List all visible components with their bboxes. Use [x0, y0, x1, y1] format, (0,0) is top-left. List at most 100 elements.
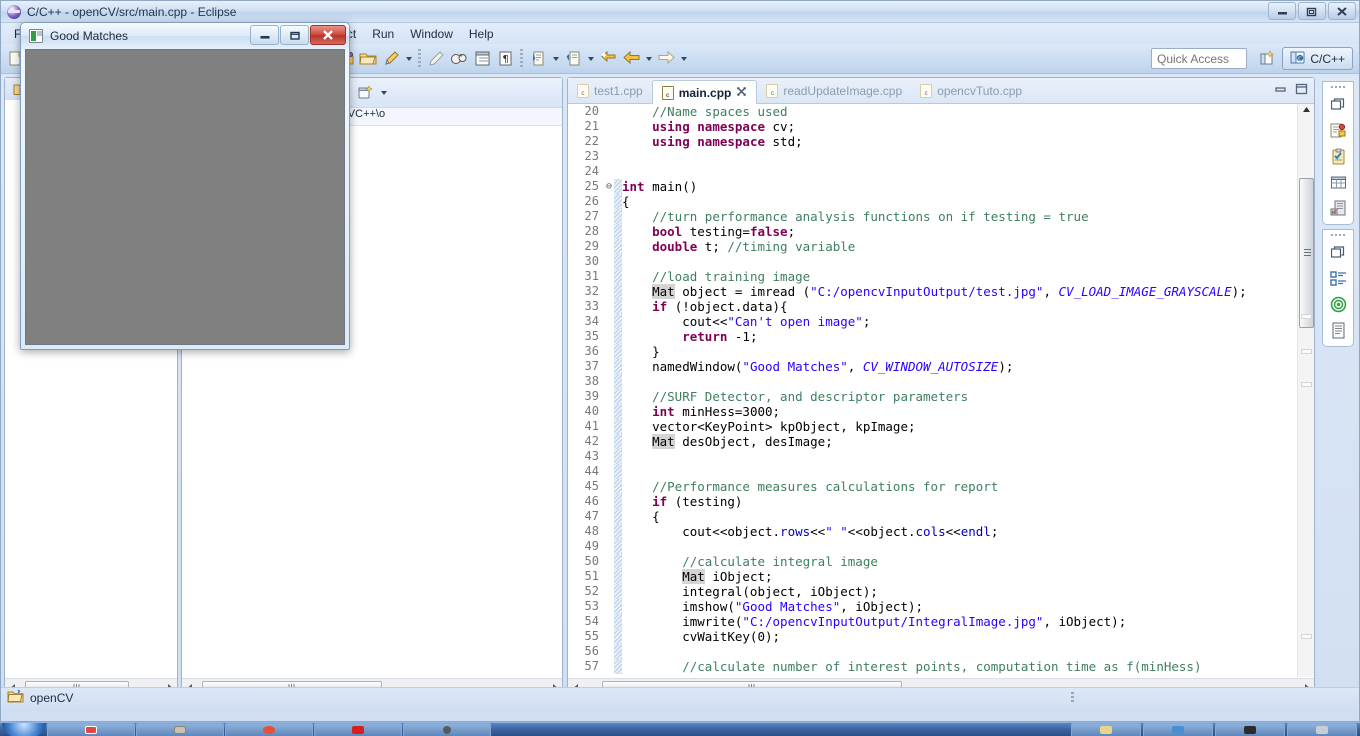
good-matches-window[interactable]: Good Matches [20, 22, 350, 350]
taskbar-item[interactable] [1143, 723, 1213, 736]
code-line[interactable]: 34 cout<<"Can't open image"; [568, 314, 1297, 329]
code-line[interactable]: 46 if (testing) [568, 494, 1297, 509]
code-line[interactable]: 55 cvWaitKey(0); [568, 629, 1297, 644]
code-line[interactable]: 22 using namespace std; [568, 134, 1297, 149]
open-resource-icon[interactable] [357, 48, 379, 70]
good-matches-maximize-button[interactable] [280, 25, 309, 45]
code-line[interactable]: 43 [568, 449, 1297, 464]
code-line[interactable]: 44 [568, 464, 1297, 479]
code-line[interactable]: 57 //calculate number of interest points… [568, 659, 1297, 674]
previous-annotation-dropdown-arrow[interactable] [585, 48, 596, 70]
code-line[interactable]: 35 return -1; [568, 329, 1297, 344]
code-line[interactable]: 40 int minHess=3000; [568, 404, 1297, 419]
restore-icon[interactable] [1323, 239, 1353, 265]
code-line[interactable]: 52 integral(object, iObject); [568, 584, 1297, 599]
code-line[interactable]: 21 using namespace cv; [568, 119, 1297, 134]
code-line[interactable]: 41 vector<KeyPoint> kpObject, kpImage; [568, 419, 1297, 434]
forward-icon[interactable] [655, 48, 677, 70]
build-view-icon[interactable] [1323, 195, 1353, 221]
code-line[interactable]: 30 [568, 254, 1297, 269]
show-whitespace-icon[interactable]: ¶ [494, 48, 516, 70]
maximize-icon[interactable] [1295, 82, 1308, 95]
menu-item-window[interactable]: Window [403, 25, 460, 43]
good-matches-minimize-button[interactable] [250, 25, 279, 45]
status-resize-grip[interactable] [1071, 692, 1074, 704]
code-line[interactable]: 50 //calculate integral image [568, 554, 1297, 569]
taskbar-item[interactable] [1287, 723, 1357, 736]
tab-close-icon[interactable] [736, 86, 747, 100]
code-line[interactable]: 24 [568, 164, 1297, 179]
open-console-icon[interactable] [354, 82, 376, 104]
code-line[interactable]: 20 //Name spaces used [568, 104, 1297, 119]
project-explorer-icon[interactable] [1323, 265, 1353, 291]
rail-grip[interactable] [1323, 230, 1353, 239]
taskbar-item[interactable] [47, 723, 135, 736]
start-button[interactable] [2, 723, 46, 736]
restore-icon[interactable] [1323, 91, 1353, 117]
editor-tab-opencvtuto[interactable]: c opencvTuto.cpp [911, 79, 1031, 103]
code-line[interactable]: 42 Mat desObject, desImage; [568, 434, 1297, 449]
code-lines-container[interactable]: 20 //Name spaces used 21 using namespace … [568, 104, 1297, 677]
quick-access-input[interactable] [1151, 48, 1247, 69]
open-perspective-icon[interactable] [1256, 48, 1278, 70]
rail-grip[interactable] [1323, 82, 1353, 91]
menu-item-run[interactable]: Run [365, 25, 401, 43]
editor-tab-main[interactable]: c main.cpp [651, 80, 758, 104]
code-line[interactable]: 26 { [568, 194, 1297, 209]
fold-toggle-icon[interactable]: ⊖ [604, 179, 614, 194]
code-line[interactable]: 29 double t; //timing variable [568, 239, 1297, 254]
perspective-cpp-button[interactable]: C C/C++ [1282, 47, 1353, 70]
taskbar-item[interactable] [1071, 723, 1141, 736]
window-minimize-button[interactable] [1268, 2, 1296, 20]
code-line[interactable]: 48 cout<<object.rows<<" "<<object.cols<<… [568, 524, 1297, 539]
menu-item-help[interactable]: Help [462, 25, 501, 43]
target-icon[interactable] [1323, 291, 1353, 317]
back-icon[interactable] [620, 48, 642, 70]
code-line[interactable]: 27 //turn performance analysis functions… [568, 209, 1297, 224]
minimize-icon[interactable] [1274, 82, 1287, 95]
code-line[interactable]: 36 } [568, 344, 1297, 359]
back-dropdown-arrow[interactable] [643, 48, 654, 70]
code-line[interactable]: 51 Mat iObject; [568, 569, 1297, 584]
code-line[interactable]: 31 //load training image [568, 269, 1297, 284]
code-line[interactable]: 53 imshow("Good Matches", iObject); [568, 599, 1297, 614]
code-editor[interactable]: 20 //Name spaces used 21 using namespace … [568, 104, 1314, 695]
editor-vscrollbar[interactable] [1297, 104, 1314, 677]
next-annotation-icon[interactable] [527, 48, 549, 70]
document-view-icon[interactable] [1323, 317, 1353, 343]
tasks-view-icon[interactable] [1323, 143, 1353, 169]
previous-annotation-icon[interactable] [562, 48, 584, 70]
code-line[interactable]: 47 { [568, 509, 1297, 524]
toggle-block-selection-icon[interactable] [471, 48, 493, 70]
editor-tab-test1[interactable]: c test1.cpp [568, 79, 652, 103]
window-restore-button[interactable] [1298, 2, 1326, 20]
taskbar-item[interactable] [136, 723, 224, 736]
code-line[interactable]: 33 if (!object.data){ [568, 299, 1297, 314]
code-line[interactable]: 56 [568, 644, 1297, 659]
taskbar-item[interactable] [403, 723, 491, 736]
code-line[interactable]: 38 [568, 374, 1297, 389]
open-console-dropdown-arrow[interactable] [378, 82, 389, 104]
editor-tab-readupdateimage[interactable]: c readUpdateImage.cpp [757, 79, 911, 103]
code-line[interactable]: 37 namedWindow("Good Matches", CV_WINDOW… [568, 359, 1297, 374]
code-line[interactable]: 54 imwrite("C:/opencvInputOutput/Integra… [568, 614, 1297, 629]
next-annotation-dropdown-arrow[interactable] [550, 48, 561, 70]
code-line[interactable]: 28 bool testing=false; [568, 224, 1297, 239]
code-line[interactable]: 39 //SURF Detector, and descriptor param… [568, 389, 1297, 404]
taskbar-item[interactable] [314, 723, 402, 736]
marker-pen-icon[interactable] [380, 48, 402, 70]
code-line[interactable]: 25 ⊖ int main() [568, 179, 1297, 194]
code-line[interactable]: 32 Mat object = imread ("C:/opencvInputO… [568, 284, 1297, 299]
code-line[interactable]: 23 [568, 149, 1297, 164]
forward-dropdown-arrow[interactable] [678, 48, 689, 70]
code-line[interactable]: 45 //Performance measures calculations f… [568, 479, 1297, 494]
toggle-mark-occurrences-icon[interactable] [448, 48, 470, 70]
good-matches-close-button[interactable] [310, 25, 346, 45]
window-close-button[interactable] [1328, 2, 1356, 20]
properties-view-icon[interactable] [1323, 169, 1353, 195]
vscroll-thumb[interactable] [1299, 178, 1314, 328]
code-line[interactable]: 49 [568, 539, 1297, 554]
last-edit-location-icon[interactable] [597, 48, 619, 70]
marker-dropdown-arrow[interactable] [403, 48, 414, 70]
taskbar-item[interactable] [225, 723, 313, 736]
